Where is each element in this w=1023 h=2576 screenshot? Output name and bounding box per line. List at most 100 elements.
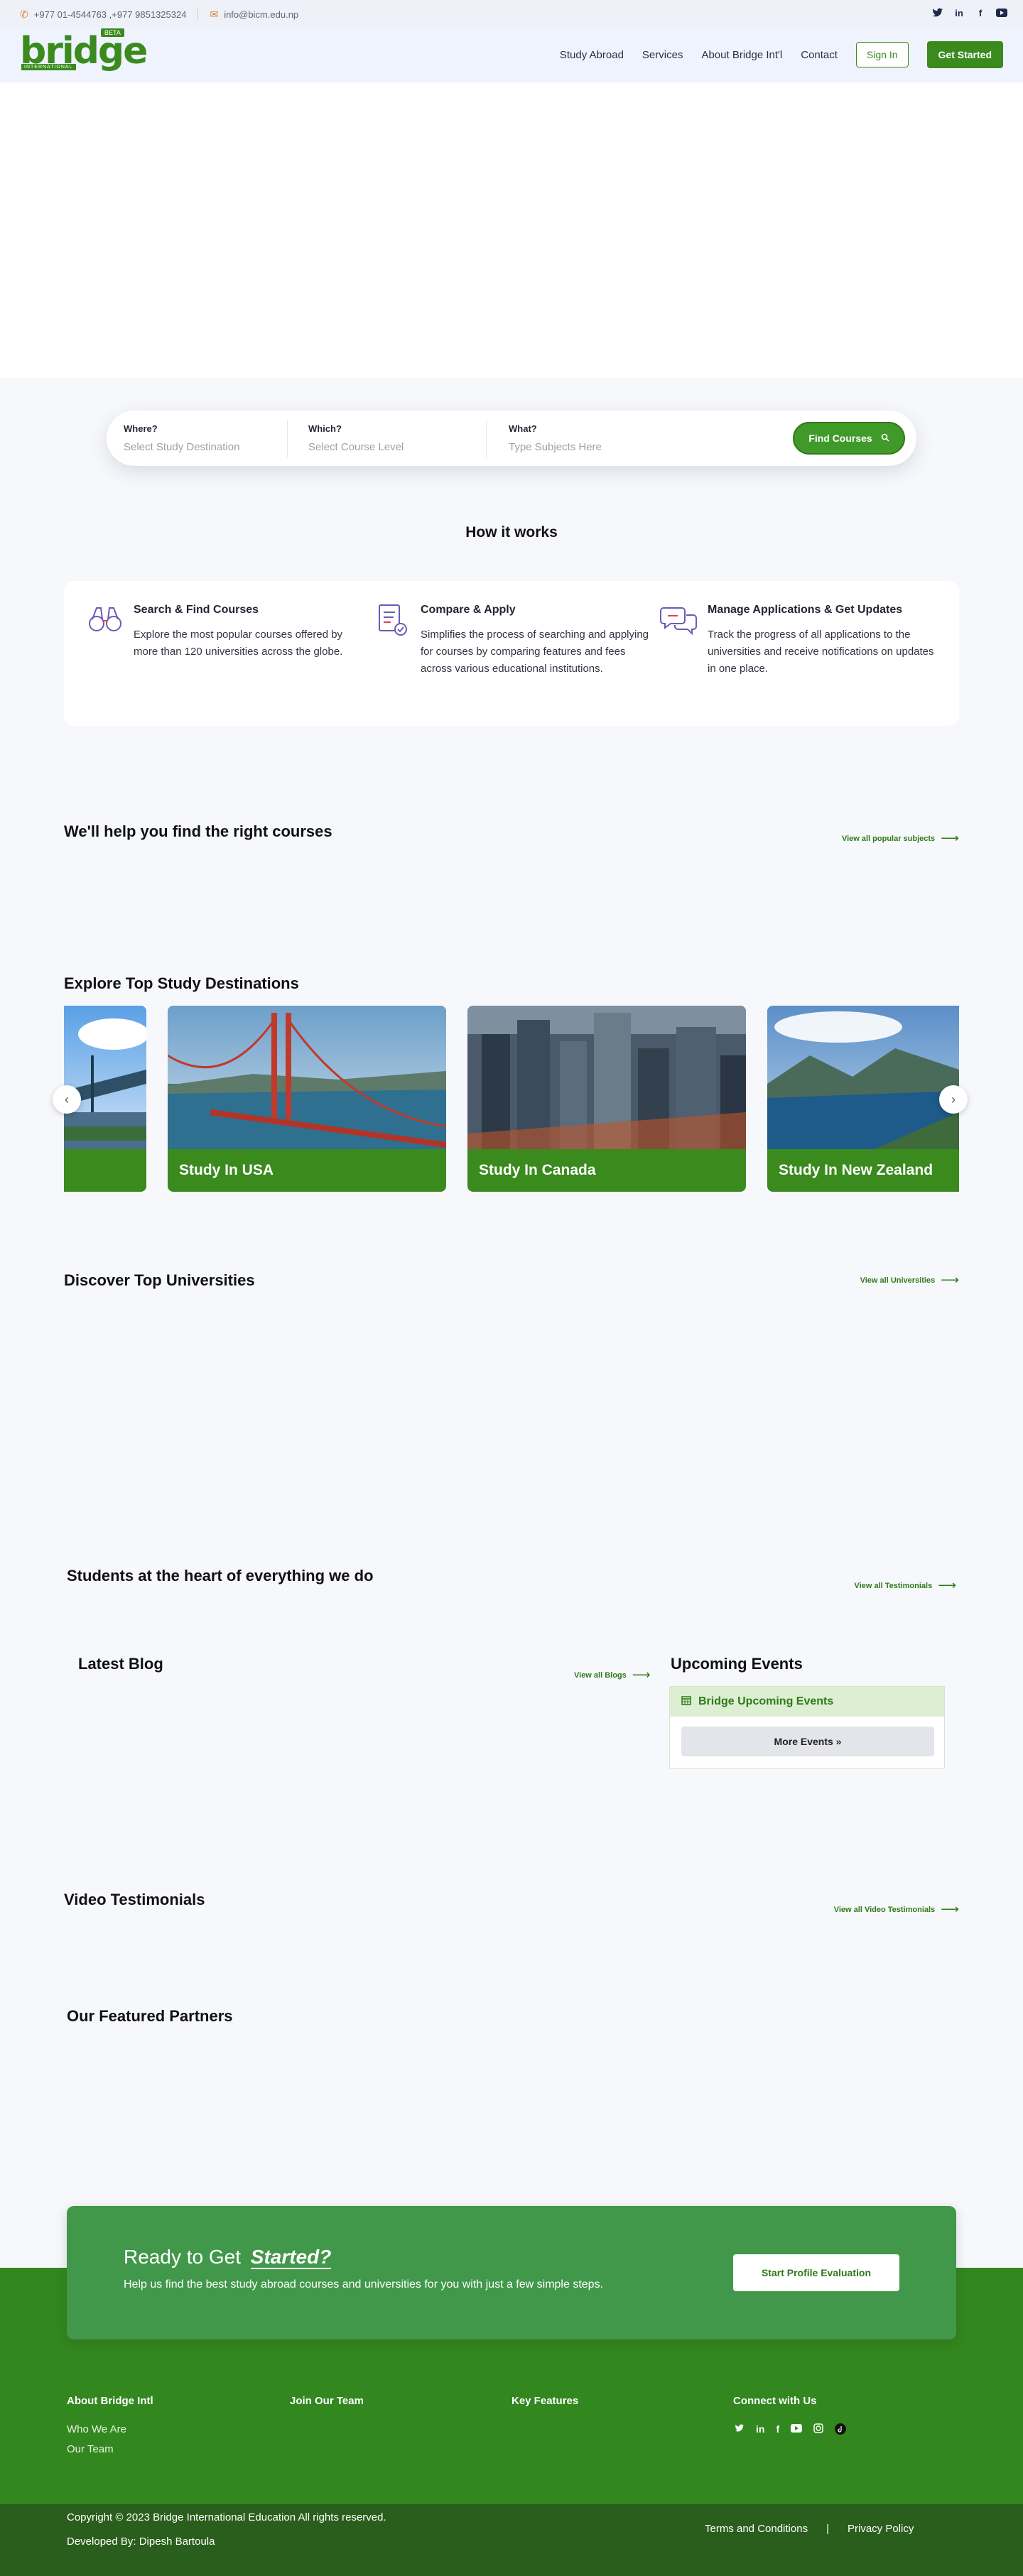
cta-heading-part: Ready to Get: [124, 2246, 241, 2268]
view-link-label: View all popular subjects: [841, 834, 936, 843]
nav-study-abroad[interactable]: Study Abroad: [560, 49, 624, 61]
contact-info: ✆ +977 01-4544763 ,+977 9851325324 ✉ inf…: [20, 8, 298, 21]
phone-icon: ✆: [20, 8, 28, 20]
which-select[interactable]: Select Course Level: [308, 441, 404, 453]
facebook-icon[interactable]: f: [776, 2423, 779, 2437]
nav-contact[interactable]: Contact: [801, 49, 838, 61]
golden-gate-image: [168, 1006, 446, 1149]
calendar-icon: [681, 1695, 691, 1709]
destination-label: Study In USA: [179, 1162, 274, 1178]
privacy-link[interactable]: Privacy Policy: [848, 2523, 914, 2535]
youtube-icon[interactable]: [996, 7, 1007, 18]
featured-partners-title: Our Featured Partners: [67, 2007, 233, 2025]
view-video-testimonials-link[interactable]: View all Video Testimonials ⟶: [834, 1902, 959, 1917]
linkedin-icon[interactable]: in: [953, 7, 965, 18]
footer-connect-title: Connect with Us: [733, 2395, 817, 2407]
footer-link-our-team[interactable]: Our Team: [67, 2443, 114, 2455]
view-universities-link[interactable]: View all Universities ⟶: [860, 1273, 959, 1288]
logo-subtitle: INTERNATIONAL: [21, 64, 76, 70]
what-field[interactable]: What? Type Subjects Here: [509, 423, 602, 453]
video-testimonials-title: Video Testimonials: [64, 1891, 205, 1908]
youtube-icon[interactable]: [791, 2423, 803, 2437]
binoculars-icon: [85, 602, 125, 636]
get-started-banner: Ready to Get Started? Help us find the b…: [67, 2206, 956, 2339]
view-popular-subjects-link[interactable]: View all popular subjects ⟶: [842, 831, 959, 846]
linkedin-icon[interactable]: in: [756, 2423, 764, 2437]
terms-link[interactable]: Terms and Conditions: [705, 2523, 808, 2535]
start-profile-evaluation-button[interactable]: Start Profile Evaluation: [733, 2254, 899, 2291]
chevron-right-icon: ›: [951, 1092, 956, 1107]
nav-services[interactable]: Services: [642, 49, 683, 61]
which-field[interactable]: Which? Select Course Level: [308, 423, 404, 453]
chevron-left-icon: ‹: [65, 1092, 69, 1107]
social-links-top: in f: [932, 7, 1007, 18]
divider: [486, 420, 487, 457]
email-address[interactable]: info@bicm.edu.np: [224, 9, 298, 20]
how-item-title: Compare & Apply: [421, 604, 516, 616]
where-select[interactable]: Select Study Destination: [124, 441, 239, 453]
footer-link-who-we-are[interactable]: Who We Are: [67, 2423, 126, 2435]
carousel-prev-button[interactable]: ‹: [53, 1085, 81, 1114]
sign-in-button[interactable]: Sign In: [855, 42, 909, 67]
what-label: What?: [509, 423, 537, 434]
view-blogs-link[interactable]: View all Blogs ⟶: [574, 1668, 651, 1683]
facebook-icon[interactable]: f: [975, 7, 986, 18]
beta-badge: BETA: [101, 28, 124, 37]
vancouver-image: [467, 1006, 746, 1149]
how-item-desc: Explore the most popular courses offered…: [134, 629, 343, 658]
destination-label: Study In New Zealand: [779, 1162, 933, 1178]
search-icon: [881, 433, 889, 444]
divider: [197, 8, 199, 21]
destination-card-new-zealand[interactable]: Study In New Zealand: [767, 1006, 959, 1192]
how-item-title: Search & Find Courses: [134, 604, 259, 616]
latest-blog-title: Latest Blog: [78, 1655, 163, 1673]
view-link-label: View all Universities: [860, 1276, 936, 1285]
tiktok-icon[interactable]: [835, 2423, 847, 2437]
hero-banner: [0, 82, 1023, 378]
chat-bubbles-icon: [659, 602, 699, 636]
footer-join-title[interactable]: Join Our Team: [290, 2395, 364, 2407]
view-link-label: View all Testimonials: [854, 1581, 933, 1590]
course-search-bar: Where? Select Study Destination Which? S…: [107, 411, 916, 466]
more-events-button[interactable]: More Events »: [681, 1727, 934, 1756]
destinations-title: Explore Top Study Destinations: [64, 974, 299, 992]
cta-heading: Ready to Get Started?: [124, 2246, 332, 2269]
upcoming-events-title: Upcoming Events: [671, 1655, 803, 1673]
students-title: Students at the heart of everything we d…: [67, 1567, 374, 1585]
view-link-label: View all Blogs: [574, 1670, 627, 1680]
nav-about[interactable]: About Bridge Int'l: [701, 49, 782, 61]
how-it-works-card: Search & Find Courses Explore the most p…: [64, 581, 959, 726]
find-courses-button[interactable]: Find Courses: [793, 422, 905, 455]
arrow-right-icon: ⟶: [632, 1668, 651, 1682]
twitter-icon[interactable]: [932, 7, 943, 18]
what-input[interactable]: Type Subjects Here: [509, 441, 602, 453]
carousel-next-button[interactable]: ›: [939, 1085, 968, 1114]
how-item-desc: Simplifies the process of searching and …: [421, 629, 649, 675]
bridge-logo[interactable]: bridge BETA INTERNATIONAL: [20, 28, 148, 72]
arrow-right-icon: ⟶: [941, 831, 959, 845]
destination-card-usa[interactable]: Study In USA: [168, 1006, 446, 1192]
view-link-label: View all Video Testimonials: [833, 1905, 936, 1914]
document-check-icon: [372, 602, 412, 636]
cta-heading-highlight: Started?: [250, 2246, 332, 2269]
events-widget: Bridge Upcoming Events More Events »: [669, 1686, 945, 1768]
how-item-title: Manage Applications & Get Updates: [708, 604, 903, 616]
copyright-text: Copyright © 2023 Bridge International Ed…: [67, 2511, 386, 2523]
where-label: Where?: [124, 423, 158, 434]
new-zealand-lake-image: [767, 1006, 959, 1149]
twitter-icon[interactable]: [735, 2423, 745, 2437]
events-header: Bridge Upcoming Events: [670, 1687, 944, 1717]
get-started-button[interactable]: Get Started: [926, 41, 1003, 68]
footer-features-title: Key Features: [512, 2395, 579, 2407]
instagram-icon[interactable]: [813, 2423, 823, 2437]
developer-credit: Developed By: Dipesh Bartoula: [67, 2536, 215, 2548]
cta-subtext: Help us find the best study abroad cours…: [124, 2278, 604, 2290]
destination-image: [64, 1006, 146, 1149]
footer-about-title: About Bridge Intl: [67, 2395, 153, 2407]
phone-number[interactable]: +977 01-4544763 ,+977 9851325324: [34, 9, 187, 20]
footer-social-links: in f: [735, 2423, 847, 2437]
destination-card-canada[interactable]: Study In Canada: [467, 1006, 746, 1192]
view-testimonials-link[interactable]: View all Testimonials ⟶: [855, 1578, 956, 1593]
where-field[interactable]: Where? Select Study Destination: [124, 423, 239, 453]
main-nav: Study Abroad Services About Bridge Int'l…: [560, 41, 1003, 68]
